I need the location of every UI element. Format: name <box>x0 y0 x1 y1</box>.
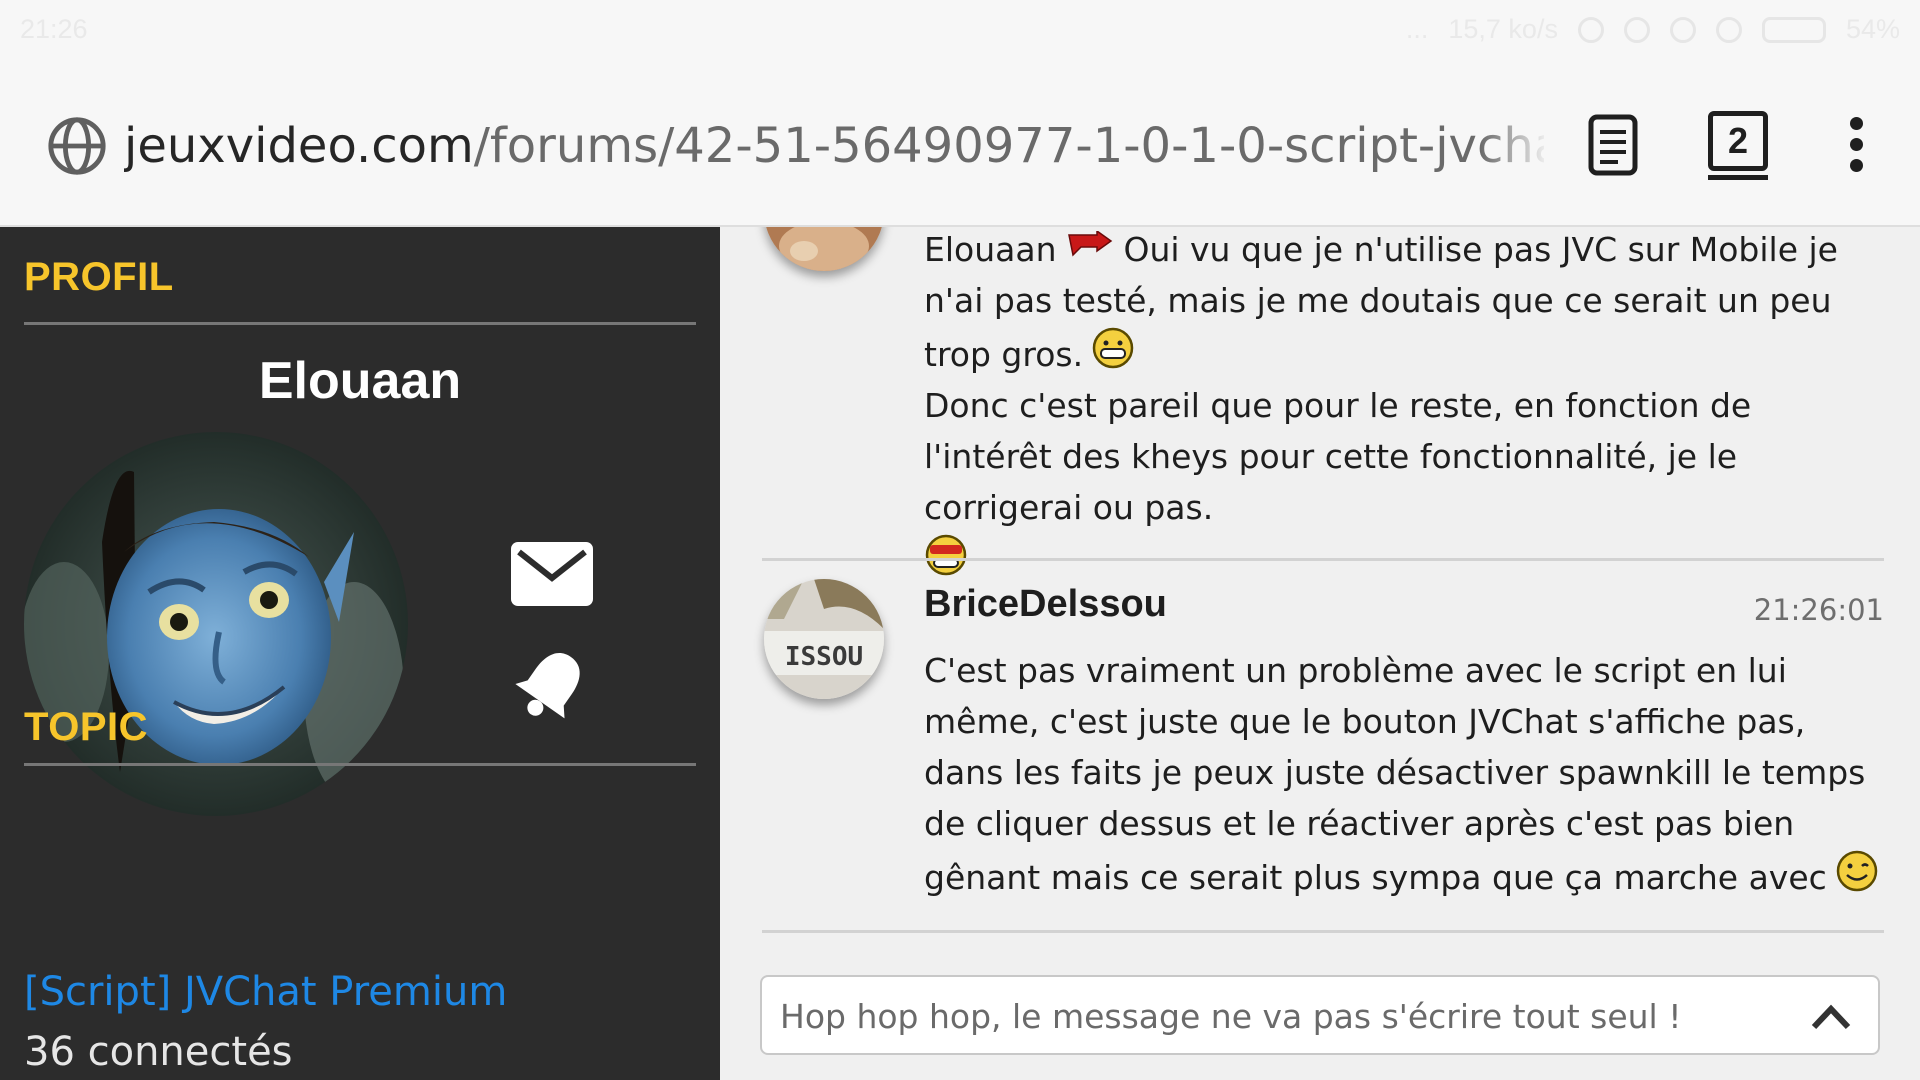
bell-icon[interactable] <box>514 645 590 723</box>
reply-arrow-icon <box>1068 229 1113 257</box>
url-field[interactable]: jeuxvideo.com/forums/42-51-56490977-1-0-… <box>124 114 1544 178</box>
sidebar: PROFIL Elouaan TOPIC [Script] JVChat Pre… <box>0 227 720 1080</box>
status-dots: ... <box>1405 14 1429 44</box>
avatar-caption: ISSOU <box>785 642 863 672</box>
signal-icon <box>1715 16 1742 43</box>
url-domain: jeuxvideo.com <box>124 118 474 174</box>
tabs-icon-underline <box>1708 175 1768 180</box>
status-speed: 15,7 ko/s <box>1448 14 1558 44</box>
mail-icon[interactable] <box>511 542 593 606</box>
profile-username: Elouaan <box>258 352 462 410</box>
globe-icon[interactable] <box>46 115 108 177</box>
message-text-line: Oui vu que je n'utilise pas JVC sur Mobi… <box>924 230 1838 374</box>
message-author[interactable]: BriceDelssou <box>924 583 1167 626</box>
message-timestamp: 21:26:01 <box>1753 593 1884 627</box>
reader-mode-icon[interactable] <box>1588 114 1638 176</box>
message-divider <box>762 558 1884 561</box>
message-compose <box>760 975 1880 1055</box>
grin-smiley-icon <box>1092 327 1134 369</box>
message-body: Elouaan Oui vu que je n'utilise pas JVC … <box>924 227 1884 587</box>
message-input[interactable] <box>778 987 1782 1045</box>
message-avatar[interactable]: ISSOU <box>764 579 884 699</box>
message-avatar[interactable] <box>764 227 884 271</box>
message-text-line: Donc c'est pareil que pour le reste, en … <box>924 386 1752 527</box>
battery-percent: 54% <box>1845 14 1900 44</box>
status-time: 21:26 <box>20 14 88 44</box>
quoted-author[interactable]: Elouaan <box>924 230 1056 269</box>
status-bar: 21:26 ... 15,7 ko/s 54% <box>0 0 1920 62</box>
overflow-menu-icon[interactable] <box>1840 117 1872 173</box>
bluetooth-icon <box>1577 16 1604 43</box>
url-fade <box>1480 110 1550 180</box>
smile-smiley-icon <box>1836 850 1878 892</box>
profile-divider <box>24 322 696 325</box>
cool-smiley-icon <box>925 534 967 576</box>
topic-divider <box>24 763 696 766</box>
mute-icon <box>1623 16 1650 43</box>
profile-section-title: PROFIL <box>24 255 174 299</box>
chat-panel[interactable]: Elouaan Oui vu que je n'utilise pas JVC … <box>720 227 1920 1080</box>
topic-section-title: TOPIC <box>24 705 149 749</box>
url-path: /forums/42-51-56490977-1-0-1-0-script-jv… <box>473 118 1544 174</box>
profile-avatar[interactable] <box>24 432 408 816</box>
message-text-line: C'est pas vraiment un problème avec le s… <box>924 651 1866 897</box>
connected-count: 36 connectés <box>24 1029 293 1075</box>
topic-link[interactable]: [Script] JVChat Premium <box>24 969 507 1015</box>
status-icons: ... 15,7 ko/s 54% <box>1406 14 1900 45</box>
battery-icon <box>1761 16 1826 43</box>
chevron-up-icon[interactable] <box>1810 999 1852 1033</box>
tabs-icon[interactable]: 2 <box>1708 111 1768 171</box>
wifi-icon <box>1669 16 1696 43</box>
message-body: C'est pas vraiment un problème avec le s… <box>924 645 1884 903</box>
message-divider <box>762 930 1884 933</box>
